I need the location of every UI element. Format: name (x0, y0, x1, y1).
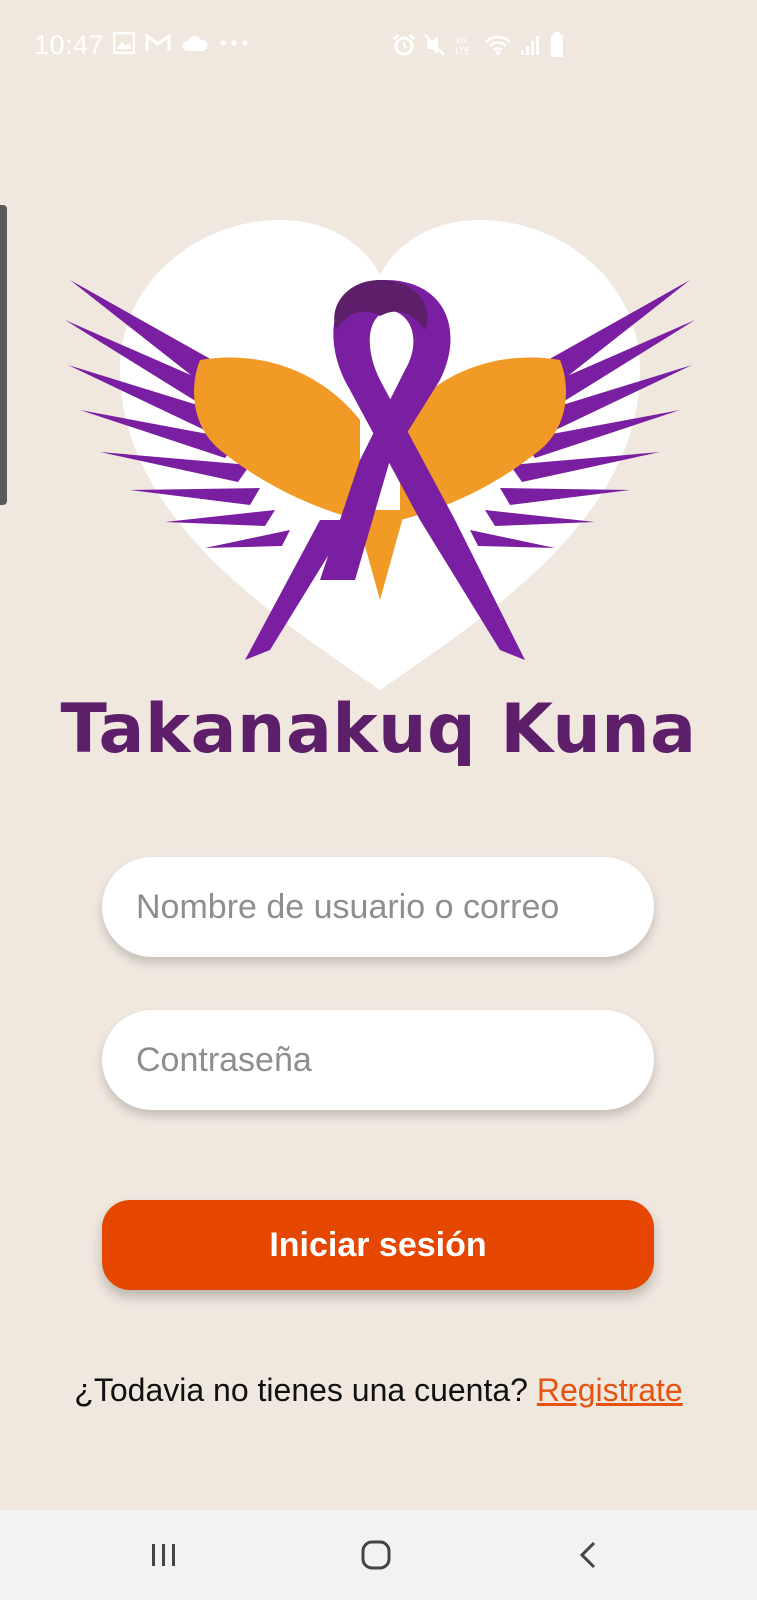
image-icon (113, 32, 135, 54)
mute-icon (424, 34, 445, 56)
login-button[interactable]: Iniciar sesión (102, 1200, 654, 1290)
battery-icon (551, 32, 563, 57)
svg-text:LTE: LTE (455, 47, 470, 57)
signal-icon (521, 36, 539, 55)
app-name: Takanakuq Kuna (60, 690, 697, 769)
status-icons-left (113, 32, 249, 54)
system-nav-bar (0, 1510, 757, 1600)
svg-text:Vo: Vo (455, 36, 466, 46)
recents-button[interactable] (134, 1532, 194, 1578)
cloud-icon (182, 36, 208, 51)
status-icons-right: Vo LTE (392, 32, 564, 58)
back-button[interactable] (558, 1532, 618, 1578)
login-button-label: Iniciar sesión (269, 1225, 487, 1264)
status-time: 10:47 (34, 30, 105, 60)
home-button[interactable] (346, 1532, 406, 1578)
status-bar: 10:47 Vo LTE (0, 0, 757, 90)
password-placeholder: Contraseña (136, 1040, 312, 1079)
alarm-icon (393, 34, 415, 56)
signup-prompt: ¿Todavia no tienes una cuenta? (74, 1372, 528, 1408)
username-input[interactable]: Nombre de usuario o correo (102, 857, 654, 957)
home-icon (361, 1540, 391, 1570)
password-input[interactable]: Contraseña (102, 1010, 654, 1110)
signup-row: ¿Todavia no tienes una cuenta? Registrat… (0, 1372, 757, 1409)
back-icon (579, 1541, 596, 1569)
signup-link[interactable]: Registrate (537, 1372, 683, 1408)
app-logo: Takanakuq Kuna (0, 200, 757, 820)
gmail-icon (145, 33, 171, 51)
username-placeholder: Nombre de usuario o correo (136, 887, 560, 926)
volte-icon: Vo LTE (455, 36, 470, 57)
more-dots-icon (220, 40, 248, 46)
ribbon-wings-logo-icon (65, 220, 695, 690)
wifi-icon (485, 35, 511, 55)
recents-icon (152, 1544, 175, 1566)
